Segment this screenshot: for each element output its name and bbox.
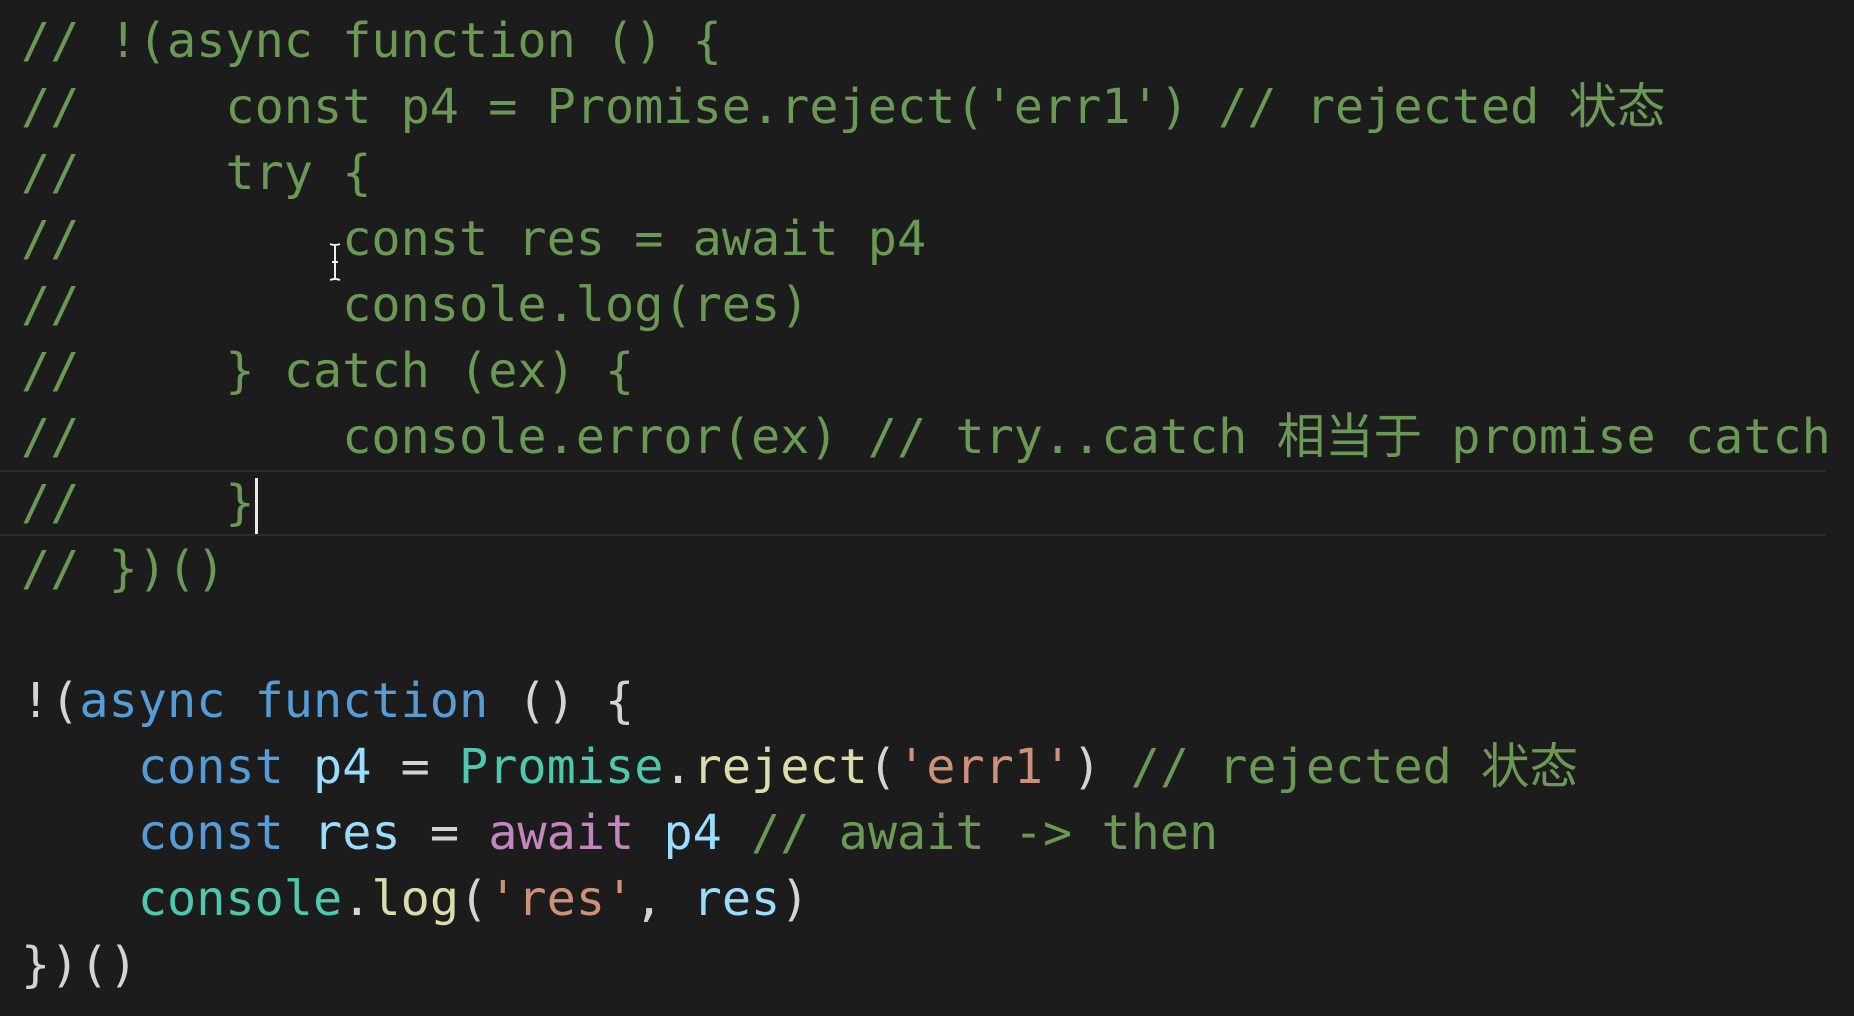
code-token: =: [400, 805, 489, 861]
code-token: ): [780, 871, 810, 927]
code-line[interactable]: const p4 = Promise.reject('err1') // rej…: [0, 734, 1854, 800]
code-token: Promise: [459, 739, 664, 795]
code-line[interactable]: [0, 602, 1854, 668]
code-token: reject: [692, 739, 868, 795]
code-token: (: [867, 739, 898, 795]
code-token: p4: [313, 739, 372, 795]
code-token: log: [371, 871, 460, 927]
code-token: await: [488, 805, 635, 861]
code-token: (: [459, 871, 489, 927]
code-token: !(: [21, 673, 80, 729]
text-caret: [254, 478, 258, 534]
code-token: // }: [21, 475, 255, 531]
code-token: =: [371, 739, 460, 795]
text-cursor-ibeam-icon: [329, 243, 341, 281]
code-token: ,: [634, 871, 693, 927]
code-token: // console.error(ex) // try..catch 相当于 p…: [21, 409, 1831, 465]
code-token: // const p4 = Promise.reject('err1') // …: [21, 79, 1666, 135]
code-token: // console.log(res): [21, 277, 810, 333]
code-token: res: [313, 805, 401, 861]
code-token: 'err1': [897, 739, 1073, 795]
code-token: () {: [488, 673, 635, 729]
code-line[interactable]: // } catch (ex) {: [0, 338, 1854, 404]
code-token: async: [79, 673, 226, 729]
code-line[interactable]: !(async function () {: [0, 668, 1854, 734]
code-line[interactable]: // })(): [0, 536, 1854, 602]
code-line[interactable]: const res = await p4 // await -> then: [0, 800, 1854, 866]
code-line[interactable]: // !(async function () {: [0, 8, 1854, 74]
code-token: // })(): [21, 541, 226, 597]
code-token: .: [342, 871, 372, 927]
code-line[interactable]: })(): [0, 932, 1854, 998]
code-line[interactable]: // console.log(res): [0, 272, 1854, 338]
code-token: // rejected 状态: [1130, 739, 1579, 795]
code-line[interactable]: // try {: [0, 140, 1854, 206]
code-token: p4: [663, 805, 722, 861]
code-line[interactable]: // console.error(ex) // try..catch 相当于 p…: [0, 404, 1854, 470]
code-token: 'res': [488, 871, 635, 927]
code-line[interactable]: // const p4 = Promise.reject('err1') // …: [0, 74, 1854, 140]
code-token: // await -> then: [751, 805, 1219, 861]
code-token: const: [137, 739, 284, 795]
code-token: res: [692, 871, 781, 927]
code-token: // !(async function () {: [21, 13, 722, 69]
code-editor[interactable]: // !(async function () { // const p4 = Pr…: [0, 8, 1854, 998]
code-token: })(): [21, 937, 138, 993]
code-token: // const res = await p4: [21, 211, 927, 267]
code-line[interactable]: console.log('res', res): [0, 866, 1854, 932]
code-token: .: [663, 739, 693, 795]
code-token: const: [137, 805, 284, 861]
code-line[interactable]: // }: [0, 470, 1826, 536]
code-token: // } catch (ex) {: [21, 343, 635, 399]
code-line[interactable]: // const res = await p4: [0, 206, 1854, 272]
code-token: // try {: [21, 145, 372, 201]
code-token: ): [1072, 739, 1131, 795]
code-token: function: [254, 673, 489, 729]
code-token: console: [137, 871, 343, 927]
